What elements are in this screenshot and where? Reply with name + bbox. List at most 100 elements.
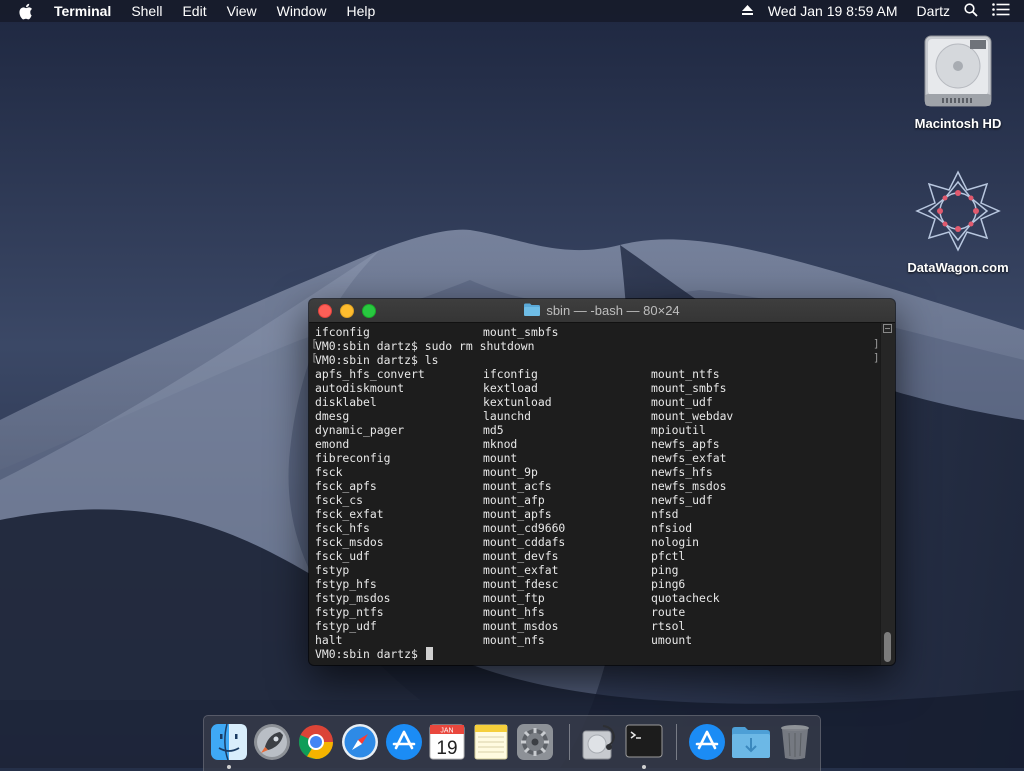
menu-app-name[interactable]: Terminal bbox=[54, 3, 111, 19]
terminal-file-name: mount_hfs bbox=[483, 605, 545, 619]
dock-finder[interactable] bbox=[209, 721, 249, 769]
desktop-icon-datawagon[interactable]: DataWagon.com bbox=[903, 168, 1013, 275]
close-window-button[interactable] bbox=[318, 304, 332, 318]
dock-safari[interactable] bbox=[340, 721, 380, 763]
terminal-listing-row: fstyp_msdos mount_ftp quotacheck bbox=[315, 591, 895, 605]
menu-window[interactable]: Window bbox=[277, 3, 327, 19]
terminal-file-name: mount_ntfs bbox=[651, 367, 720, 381]
terminal-file-name: halt bbox=[315, 633, 343, 647]
terminal-file-name: route bbox=[651, 605, 686, 619]
dock-calendar[interactable]: JAN 19 bbox=[427, 721, 467, 763]
terminal-file-name: mknod bbox=[483, 437, 518, 451]
terminal-file-name: md5 bbox=[483, 423, 504, 437]
notification-center-icon[interactable] bbox=[992, 3, 1010, 19]
terminal-file-name: fstyp_ntfs bbox=[315, 605, 384, 619]
chrome-icon bbox=[298, 725, 333, 760]
terminal-file-name: nologin bbox=[651, 535, 700, 549]
terminal-title-bar[interactable]: sbin — -bash — 80×24 bbox=[309, 299, 895, 323]
menu-view[interactable]: View bbox=[227, 3, 257, 19]
terminal-listing-row: fsck_apfs mount_acfs newfs_msdos bbox=[315, 479, 895, 493]
terminal-file-name: ping6 bbox=[651, 577, 686, 591]
terminal-window[interactable]: sbin — -bash — 80×24 ifconfig mount_smbf… bbox=[309, 299, 895, 665]
datawagon-logo-icon bbox=[915, 170, 1001, 252]
running-indicator bbox=[227, 765, 231, 769]
terminal-listing-row: fstyp_ntfs mount_hfs route bbox=[315, 605, 895, 619]
terminal-file-name: mount_smbfs bbox=[651, 381, 727, 395]
dock-chrome[interactable] bbox=[296, 721, 336, 763]
terminal-listing-row: fstyp_udf mount_msdos rtsol bbox=[315, 619, 895, 633]
dock-app-store[interactable] bbox=[384, 721, 424, 763]
terminal-listing-row: fsck_msdos mount_cddafs nologin bbox=[315, 535, 895, 549]
dock-separator bbox=[569, 724, 570, 760]
scrollbar-thumb[interactable] bbox=[884, 632, 891, 662]
mark-bracket-icon: [ bbox=[311, 351, 318, 364]
terminal-listing-row: fsck_udf mount_devfs pfctl bbox=[315, 549, 895, 563]
terminal-file-name: mount_afp bbox=[483, 493, 545, 507]
terminal-app-icon bbox=[625, 724, 663, 758]
dock-system-preferences[interactable] bbox=[515, 721, 555, 763]
trash-icon bbox=[781, 725, 809, 760]
calendar-icon: JAN 19 bbox=[429, 724, 465, 760]
split-pane-icon[interactable] bbox=[883, 324, 892, 333]
menu-clock[interactable]: Wed Jan 19 8:59 AM bbox=[768, 3, 898, 19]
terminal-file-name: fstyp_hfs bbox=[315, 577, 377, 591]
terminal-scrollbar[interactable] bbox=[880, 323, 895, 665]
terminal-file-name: fsck_msdos bbox=[315, 535, 384, 549]
terminal-listing-row: disklabel kextunload mount_udf bbox=[315, 395, 895, 409]
terminal-cell: ifconfig bbox=[315, 325, 370, 339]
menu-user[interactable]: Dartz bbox=[917, 3, 950, 19]
terminal-file-name: mount_msdos bbox=[483, 619, 559, 633]
terminal-line: VM0:sbin dartz$ sudo rm shutdown bbox=[315, 339, 895, 353]
minimize-window-button[interactable] bbox=[340, 304, 354, 318]
terminal-file-name: mount_9p bbox=[483, 465, 538, 479]
terminal-file-name: fstyp_udf bbox=[315, 619, 377, 633]
terminal-file-name: newfs_apfs bbox=[651, 437, 720, 451]
terminal-file-name: emond bbox=[315, 437, 350, 451]
dock-notes[interactable] bbox=[471, 721, 511, 763]
dock-launchpad[interactable] bbox=[252, 721, 292, 763]
dock-disk-utility[interactable] bbox=[578, 721, 618, 763]
terminal-output[interactable]: ifconfig mount_smbfs VM0:sbin dartz$ sud… bbox=[309, 323, 895, 665]
desktop-icon-macintosh-hd[interactable]: Macintosh HD bbox=[903, 32, 1013, 131]
terminal-listing-row: fsck mount_9p newfs_hfs bbox=[315, 465, 895, 479]
terminal-prompt-line[interactable]: VM0:sbin dartz$ bbox=[315, 647, 895, 661]
eject-icon[interactable] bbox=[741, 3, 754, 19]
terminal-file-name: mount_apfs bbox=[483, 507, 552, 521]
menu-shell[interactable]: Shell bbox=[131, 3, 162, 19]
terminal-file-name: fstyp_msdos bbox=[315, 591, 391, 605]
terminal-file-name: mount_cd9660 bbox=[483, 521, 566, 535]
safari-compass-icon bbox=[342, 724, 378, 760]
calendar-month: JAN bbox=[440, 728, 453, 735]
menu-help[interactable]: Help bbox=[346, 3, 375, 19]
terminal-file-name: kextunload bbox=[483, 395, 552, 409]
disk-utility-icon bbox=[582, 725, 616, 760]
app-store-icon bbox=[689, 724, 725, 760]
terminal-file-name: mpioutil bbox=[651, 423, 706, 437]
dock-trash[interactable] bbox=[775, 721, 815, 763]
terminal-file-name: autodiskmount bbox=[315, 381, 405, 395]
terminal-file-name: kextload bbox=[483, 381, 538, 395]
terminal-listing-row: fsck_exfat mount_apfs nfsd bbox=[315, 507, 895, 521]
dock-applications-stack[interactable] bbox=[687, 721, 727, 763]
terminal-file-name: apfs_hfs_convert bbox=[315, 367, 425, 381]
terminal-listing-row: halt mount_nfs umount bbox=[315, 633, 895, 647]
terminal-file-name: mount_nfs bbox=[483, 633, 545, 647]
terminal-file-name: mount_udf bbox=[651, 395, 713, 409]
zoom-window-button[interactable] bbox=[362, 304, 376, 318]
menu-edit[interactable]: Edit bbox=[182, 3, 206, 19]
apple-menu-icon[interactable] bbox=[18, 2, 36, 20]
dock-downloads-folder[interactable] bbox=[731, 721, 771, 763]
terminal-file-name: newfs_hfs bbox=[651, 465, 713, 479]
desktop-icon-label: DataWagon.com bbox=[907, 260, 1009, 275]
terminal-file-name: rtsol bbox=[651, 619, 686, 633]
folder-icon bbox=[524, 303, 541, 319]
terminal-file-name: mount_cddafs bbox=[483, 535, 566, 549]
spotlight-search-icon[interactable] bbox=[964, 2, 978, 20]
terminal-file-name: nfsd bbox=[651, 507, 679, 521]
terminal-command-line: VM0:sbin dartz$ ls bbox=[315, 353, 439, 367]
terminal-file-name: fsck_udf bbox=[315, 549, 370, 563]
terminal-cursor bbox=[425, 647, 433, 660]
terminal-file-name: mount_exfat bbox=[483, 563, 559, 577]
terminal-prompt: VM0:sbin dartz$ bbox=[315, 647, 425, 661]
dock-terminal[interactable] bbox=[624, 721, 664, 769]
